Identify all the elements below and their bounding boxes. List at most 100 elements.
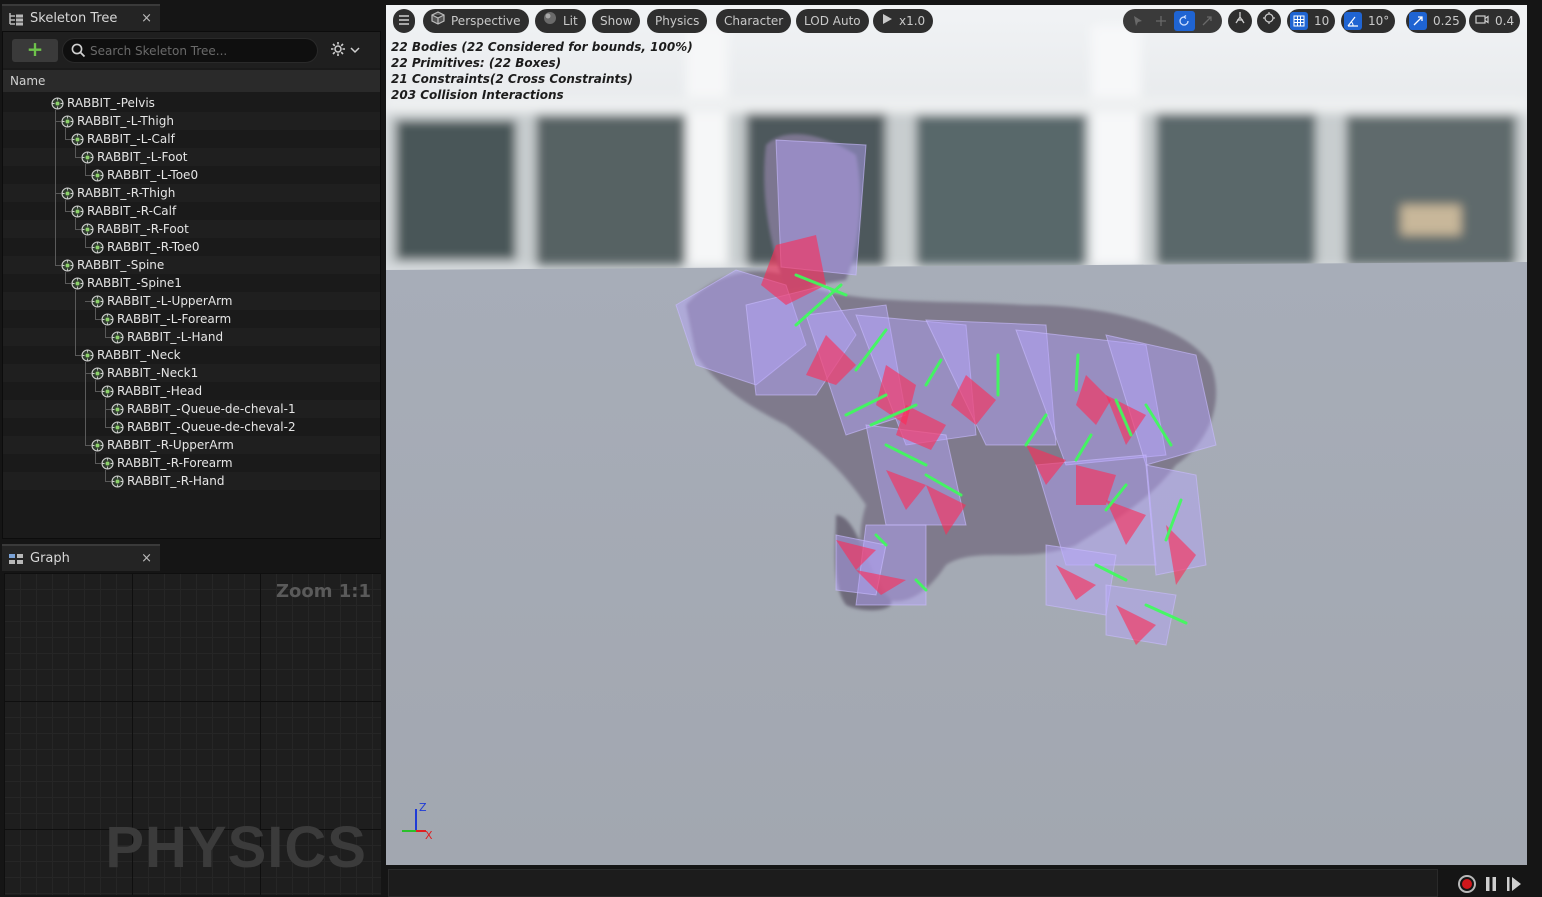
tree-guide: [95, 452, 96, 463]
bone-label: RABBIT_-Spine: [77, 258, 165, 272]
pause-button[interactable]: [1484, 876, 1498, 892]
bone-icon: [91, 295, 104, 308]
bone-row[interactable]: RABBIT_-Head: [3, 382, 380, 400]
lit-button[interactable]: Lit: [535, 9, 586, 33]
physics-watermark: PHYSICS: [105, 815, 367, 880]
gear-icon: [330, 41, 346, 61]
bone-icon: [61, 259, 74, 272]
select-icon[interactable]: [1127, 11, 1148, 31]
bone-row[interactable]: RABBIT_-Queue-de-cheval-1: [3, 400, 380, 418]
scale-snap-button[interactable]: 0.25: [1406, 9, 1466, 33]
physics-stats: 22 Bodies (22 Considered for bounds, 100…: [391, 39, 693, 103]
tree-guide: [65, 139, 71, 140]
perspective-button[interactable]: Perspective: [423, 9, 529, 33]
tree-guide: [105, 398, 106, 427]
bone-row[interactable]: RABBIT_-L-Hand: [3, 328, 380, 346]
bone-row[interactable]: RABBIT_-L-Thigh: [3, 112, 380, 130]
viewport-scene: [386, 5, 1527, 865]
tab-skeleton-tree[interactable]: Skeleton Tree ×: [2, 4, 160, 31]
search-input[interactable]: [90, 41, 310, 60]
timeline-field[interactable]: [388, 869, 1438, 897]
scale-icon[interactable]: [1197, 11, 1218, 31]
physics-button[interactable]: Physics: [647, 9, 708, 33]
camera-speed-button[interactable]: 0.4: [1469, 9, 1521, 33]
tree-guide: [85, 362, 86, 445]
translate-icon[interactable]: [1150, 11, 1171, 31]
grid-snap-button[interactable]: 10: [1287, 9, 1336, 33]
settings-dropdown[interactable]: [330, 41, 366, 61]
bone-row[interactable]: RABBIT_-R-Forearm: [3, 454, 380, 472]
add-button[interactable]: +: [12, 39, 58, 62]
left-column: Skeleton Tree × + Search Skeleton Tree..…: [0, 0, 383, 897]
tree-guide: [55, 110, 56, 265]
close-icon[interactable]: ×: [141, 11, 152, 26]
record-button[interactable]: [1458, 875, 1476, 893]
bone-row[interactable]: RABBIT_-L-Foot: [3, 148, 380, 166]
tree-guide: [105, 470, 106, 481]
playback-bar: [386, 867, 1542, 897]
tab-graph[interactable]: Graph ×: [2, 544, 160, 571]
stat-line: 22 Primitives: (22 Boxes): [391, 56, 562, 70]
tree-guide: [105, 326, 106, 337]
rotation-snap-button[interactable]: 10°: [1341, 9, 1396, 33]
bone-row[interactable]: RABBIT_-R-Hand: [3, 472, 380, 490]
bone-label: RABBIT_-Neck1: [107, 366, 199, 380]
bone-row[interactable]: RABBIT_-Neck1: [3, 364, 380, 382]
tree-guide: [65, 283, 71, 284]
bone-icon: [101, 385, 114, 398]
search-icon: [71, 43, 86, 58]
sphere-icon: [543, 9, 557, 33]
viewport[interactable]: Perspective Lit Show Physics Character L…: [386, 5, 1527, 865]
surface-snap-icon: [1262, 9, 1276, 33]
bone-row[interactable]: RABBIT_-L-UpperArm: [3, 292, 380, 310]
coordinate-space-button[interactable]: [1228, 9, 1252, 33]
bone-row[interactable]: RABBIT_-Neck: [3, 346, 380, 364]
bone-row[interactable]: RABBIT_-Pelvis: [3, 94, 380, 112]
tree-guide: [75, 290, 76, 355]
bone-row[interactable]: RABBIT_-R-Calf: [3, 202, 380, 220]
graph-canvas[interactable]: Zoom 1:1 PHYSICS: [4, 573, 381, 895]
bone-row[interactable]: RABBIT_-Spine1: [3, 274, 380, 292]
axis-gizmo: Z X: [392, 801, 433, 845]
grid-icon: [1290, 12, 1308, 30]
character-button[interactable]: Character: [716, 9, 792, 33]
character-label: Character: [724, 14, 784, 28]
tree-guide: [65, 200, 66, 211]
bone-icon: [61, 187, 74, 200]
bone-icon: [91, 169, 104, 182]
tree-guide: [105, 427, 111, 428]
tree-guide: [55, 265, 61, 266]
bone-row[interactable]: RABBIT_-R-Thigh: [3, 184, 380, 202]
bone-row[interactable]: RABBIT_-L-Toe0: [3, 166, 380, 184]
bone-row[interactable]: RABBIT_-L-Calf: [3, 130, 380, 148]
rotate-icon[interactable]: [1173, 11, 1195, 31]
bone-row[interactable]: RABBIT_-Spine: [3, 256, 380, 274]
bone-icon: [111, 403, 124, 416]
viewport-menu-button[interactable]: [393, 9, 415, 33]
tree-guide: [85, 175, 91, 176]
show-button[interactable]: Show: [592, 9, 641, 33]
zoom-label: Zoom 1:1: [275, 581, 371, 602]
bone-label: RABBIT_-L-Forearm: [117, 312, 232, 326]
bone-row[interactable]: RABBIT_-L-Forearm: [3, 310, 380, 328]
step-forward-button[interactable]: [1506, 876, 1522, 892]
bone-icon: [71, 205, 84, 218]
bone-row[interactable]: RABBIT_-R-UpperArm: [3, 436, 380, 454]
surface-snap-button[interactable]: [1257, 9, 1281, 33]
bone-row[interactable]: RABBIT_-R-Toe0: [3, 238, 380, 256]
world-icon: [1233, 9, 1247, 33]
bone-label: RABBIT_-Pelvis: [67, 96, 155, 110]
play-speed-button[interactable]: x1.0: [873, 9, 934, 33]
lod-button[interactable]: LOD Auto: [796, 9, 869, 33]
right-dock-strip: [1527, 0, 1542, 897]
bone-row[interactable]: RABBIT_-R-Foot: [3, 220, 380, 238]
tree-guide: [75, 229, 81, 230]
play-speed-label: x1.0: [899, 14, 926, 28]
bone-label: RABBIT_-R-Thigh: [77, 186, 176, 200]
close-icon[interactable]: ×: [141, 551, 152, 566]
bone-row[interactable]: RABBIT_-Queue-de-cheval-2: [3, 418, 380, 436]
axis-z-label: Z: [419, 801, 427, 814]
camera-icon: [1475, 9, 1489, 33]
bone-label: RABBIT_-Neck: [97, 348, 181, 362]
column-header-name[interactable]: Name: [3, 70, 380, 92]
